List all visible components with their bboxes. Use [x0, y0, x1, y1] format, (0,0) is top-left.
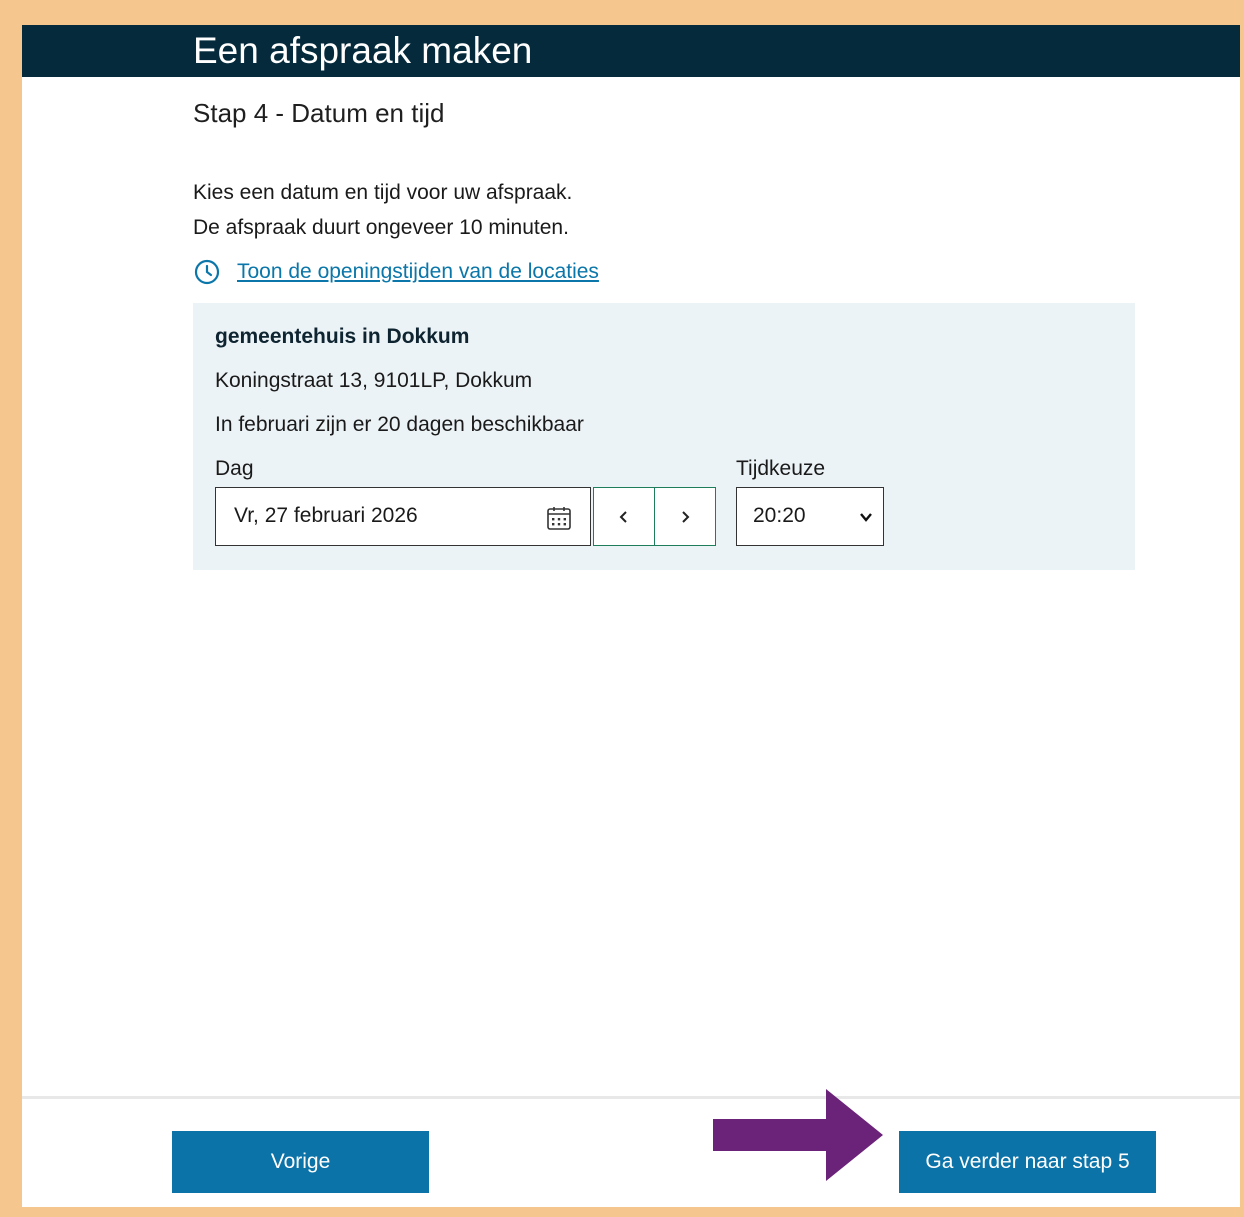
calendar-icon[interactable]: [546, 505, 572, 531]
previous-button[interactable]: Vorige: [172, 1131, 429, 1193]
availability-text: In februari zijn er 20 dagen beschikbaar: [215, 413, 584, 436]
clock-icon: [194, 259, 220, 285]
location-name: gemeentehuis in Dokkum: [215, 325, 470, 348]
intro-line-1: Kies een datum en tijd voor uw afspraak.: [193, 181, 573, 204]
intro-line-2: De afspraak duurt ongeveer 10 minuten.: [193, 216, 569, 239]
next-step-button[interactable]: Ga verder naar stap 5: [899, 1131, 1156, 1193]
step-heading: Stap 4 - Datum en tijd: [193, 98, 445, 128]
chevron-down-icon: [860, 513, 872, 522]
time-label: Tijdkeuze: [736, 457, 826, 480]
date-value: Vr, 27 februari 2026: [234, 504, 418, 527]
chevron-right-icon: [682, 510, 690, 523]
date-input[interactable]: Vr, 27 februari 2026: [215, 487, 591, 546]
time-value: 20:20: [753, 504, 806, 527]
arrow-right-icon: [713, 1089, 883, 1181]
footer-bar: Vorige Ga verder naar stap 5: [22, 1096, 1240, 1207]
page-title: Een afspraak maken: [193, 30, 533, 71]
location-panel: gemeentehuis in Dokkum Koningstraat 13, …: [193, 303, 1135, 570]
opening-hours-link-label: Toon de openingstijden van de locaties: [237, 260, 599, 283]
intro-text: Kies een datum en tijd voor uw afspraak.…: [193, 175, 572, 245]
previous-day-button[interactable]: [593, 487, 655, 546]
opening-hours-link[interactable]: Toon de openingstijden van de locaties: [193, 258, 599, 286]
date-label: Dag: [215, 457, 254, 480]
time-select[interactable]: 20:20: [736, 487, 884, 546]
appointment-page: Een afspraak maken Stap 4 - Datum en tij…: [22, 25, 1240, 1207]
title-bar: Een afspraak maken: [22, 25, 1240, 77]
next-day-button[interactable]: [654, 487, 716, 546]
chevron-left-icon: [619, 510, 627, 523]
location-address: Koningstraat 13, 9101LP, Dokkum: [215, 369, 533, 392]
